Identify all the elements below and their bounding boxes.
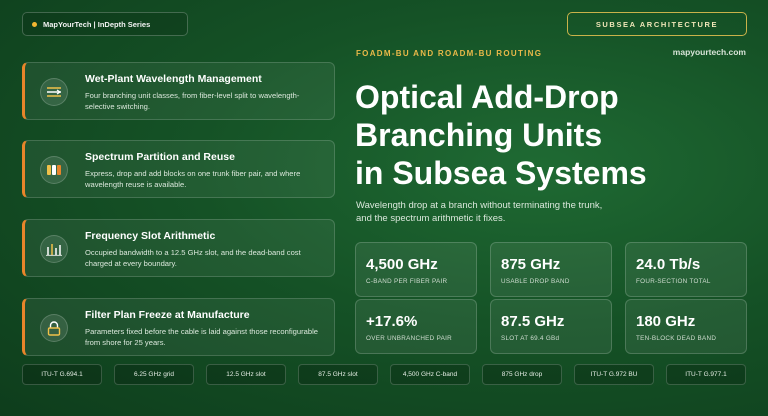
lock-icon [40, 314, 68, 342]
title-line: in Subsea Systems [355, 155, 647, 191]
stat-label: C-BAND PER FIBER PAIR [366, 278, 448, 285]
title-line: Branching Units [355, 117, 603, 153]
card-title: Frequency Slot Arithmetic [85, 230, 216, 242]
series-label: MapYourTech | InDepth Series [43, 19, 151, 29]
title-line: Optical Add-Drop [355, 79, 619, 115]
wavelength-lines-icon [40, 78, 68, 106]
card-description: Occupied bandwidth to a 12.5 GHz slot, a… [85, 248, 301, 268]
stat-card: 4,500 GHz C-BAND PER FIBER PAIR [355, 242, 477, 297]
card-filter-plan: Filter Plan Freeze at Manufacture Parame… [22, 298, 335, 356]
page-subtitle: Wavelength drop at a branch without term… [356, 200, 603, 224]
stat-label: OVER UNBRANCHED PAIR [366, 335, 453, 342]
spec-tag: ITU-T G.972 BU [574, 364, 654, 385]
stat-value: 180 GHz [636, 313, 696, 330]
card-description: Express, drop and add blocks on one trun… [85, 169, 301, 189]
card-description: Parameters fixed before the cable is lai… [85, 327, 319, 347]
card-title: Wet-Plant Wavelength Management [85, 73, 262, 85]
spectrum-blocks-icon [40, 156, 68, 184]
stat-card: 875 GHz USABLE DROP BAND [490, 242, 612, 297]
card-frequency-slot: Frequency Slot Arithmetic Occupied bandw… [22, 219, 335, 277]
card-title: Filter Plan Freeze at Manufacture [85, 309, 250, 321]
section-kicker: FOADM-BU AND ROADM-BU ROUTING [356, 49, 543, 58]
stat-value: +17.6% [366, 313, 418, 330]
stat-label: FOUR-SECTION TOTAL [636, 278, 711, 285]
stat-label: SLOT AT 69.4 GBd [501, 335, 560, 342]
page-title: Optical Add-Drop Branching Units in Subs… [355, 78, 755, 192]
series-dot-icon [32, 21, 37, 27]
stat-value: 24.0 Tb/s [636, 256, 701, 273]
stat-card: +17.6% OVER UNBRANCHED PAIR [355, 299, 477, 354]
spec-tag: ITU-T G.977.1 [666, 364, 746, 385]
card-description: Four branching unit classes, from fiber-… [85, 91, 300, 111]
spec-tag: 12.5 GHz slot [206, 364, 286, 385]
spec-tag: 4,500 GHz C-band [390, 364, 470, 385]
card-spectrum-partition: Spectrum Partition and Reuse Express, dr… [22, 140, 335, 198]
spec-tag: 875 GHz drop [482, 364, 562, 385]
series-pill: MapYourTech | InDepth Series [22, 12, 188, 36]
stat-card: 180 GHz TEN-BLOCK DEAD BAND [625, 299, 747, 354]
stat-label: USABLE DROP BAND [501, 278, 570, 285]
site-url: mapyourtech.com [672, 47, 746, 57]
card-wet-plant: Wet-Plant Wavelength Management Four bra… [22, 62, 335, 120]
spec-tag: 87.5 GHz slot [298, 364, 378, 385]
spec-tag: 6.25 GHz grid [114, 364, 194, 385]
card-title: Spectrum Partition and Reuse [85, 151, 235, 163]
stat-value: 4,500 GHz [366, 256, 438, 273]
stat-card: 24.0 Tb/s FOUR-SECTION TOTAL [625, 242, 747, 297]
bar-chart-icon [40, 235, 68, 263]
stat-value: 87.5 GHz [501, 313, 565, 330]
spec-tag: ITU-T G.694.1 [22, 364, 102, 385]
architecture-badge: SUBSEA ARCHITECTURE [567, 12, 747, 36]
stat-value: 875 GHz [501, 256, 561, 273]
stat-label: TEN-BLOCK DEAD BAND [636, 335, 717, 342]
stat-card: 87.5 GHz SLOT AT 69.4 GBd [490, 299, 612, 354]
